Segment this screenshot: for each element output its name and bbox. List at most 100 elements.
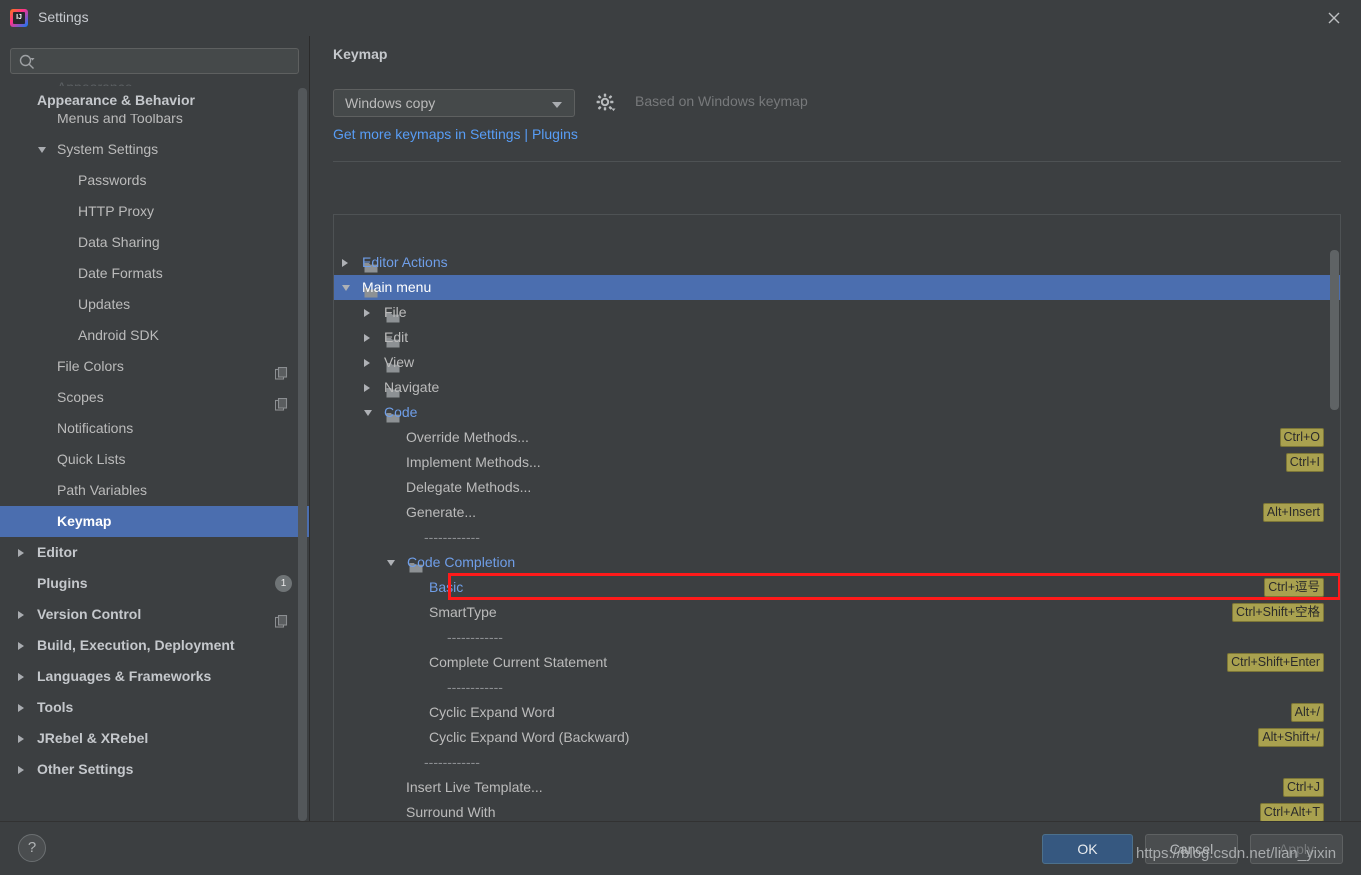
sidebar-item-label: Version Control — [37, 606, 142, 622]
tree-row[interactable]: Override Methods... Ctrl+O — [334, 425, 1340, 450]
sidebar-item-updates[interactable]: Updates — [0, 289, 310, 320]
tree-row[interactable]: SmartType Ctrl+Shift+空格 — [334, 600, 1340, 625]
chevron-right-icon[interactable] — [18, 673, 24, 681]
tree-row[interactable]: Main menu — [334, 275, 1340, 300]
separator-dashes: ------------ — [447, 629, 503, 645]
sidebar-item-data-sharing[interactable]: Data Sharing — [0, 227, 310, 258]
sidebar-item-build-execution-deployment[interactable]: Build, Execution, Deployment — [0, 630, 310, 661]
get-more-keymaps-link[interactable]: Get more keymaps in Settings | Plugins — [333, 126, 578, 142]
tree-row[interactable]: File — [334, 300, 1340, 325]
tree-scrollbar[interactable] — [1330, 250, 1339, 410]
chevron-right-icon[interactable] — [18, 766, 24, 774]
chevron-right-icon[interactable] — [18, 611, 24, 619]
chevron-down-icon[interactable] — [387, 560, 395, 566]
chevron-right-icon[interactable] — [18, 735, 24, 743]
cancel-button[interactable]: Cancel — [1145, 834, 1238, 864]
sidebar-item-scopes[interactable]: Scopes — [0, 382, 310, 413]
sidebar-item-languages-frameworks[interactable]: Languages & Frameworks — [0, 661, 310, 692]
shortcut-badge: Alt+Shift+/ — [1258, 728, 1324, 747]
sidebar-item-label: Quick Lists — [57, 451, 126, 467]
sidebar-item-notifications[interactable]: Notifications — [0, 413, 310, 444]
sidebar-item-version-control[interactable]: Version Control — [0, 599, 310, 630]
shortcut-badge: Ctrl+逗号 — [1264, 578, 1324, 597]
sidebar-item-date-formats[interactable]: Date Formats — [0, 258, 310, 289]
sidebar-item-http-proxy[interactable]: HTTP Proxy — [0, 196, 310, 227]
shortcut-badge: Ctrl+Shift+空格 — [1231, 603, 1324, 622]
chevron-right-icon[interactable] — [342, 259, 348, 267]
tree-row-label: SmartType — [429, 604, 497, 620]
shortcut-badge: Alt+Insert — [1262, 503, 1324, 522]
copy-icon[interactable] — [274, 608, 288, 628]
sidebar-item-label: Path Variables — [57, 482, 148, 498]
tree-row[interactable]: Implement Methods... Ctrl+I — [334, 450, 1340, 475]
keymap-selected-value: Windows copy — [345, 95, 436, 111]
sidebar-item-jrebel-xrebel[interactable]: JRebel & XRebel — [0, 723, 310, 754]
tree-row-label: Delegate Methods... — [406, 479, 532, 495]
tree-row-label: View — [384, 354, 415, 370]
chevron-down-icon — [552, 102, 562, 108]
sidebar-item-passwords[interactable]: Passwords — [0, 165, 310, 196]
sidebar-item-android-sdk[interactable]: Android SDK — [0, 320, 310, 351]
chevron-right-icon[interactable] — [364, 334, 370, 342]
keymap-dropdown[interactable]: Windows copy — [333, 89, 575, 117]
chevron-right-icon[interactable] — [364, 384, 370, 392]
chevron-right-icon[interactable] — [364, 359, 370, 367]
gear-icon[interactable] — [595, 92, 617, 114]
sidebar-item-label: Other Settings — [37, 761, 134, 777]
page-title: Keymap — [333, 46, 388, 62]
chevron-right-icon[interactable] — [18, 642, 24, 650]
tree-row-label: Generate... — [406, 504, 477, 520]
separator-dashes: ------------ — [424, 529, 480, 545]
tree-row[interactable]: Cyclic Expand Word (Backward) Alt+Shift+/ — [334, 725, 1340, 750]
tree-row-label: Cyclic Expand Word — [429, 704, 555, 720]
tree-row[interactable]: Cyclic Expand Word Alt+/ — [334, 700, 1340, 725]
sidebar-item-keymap[interactable]: Keymap — [0, 506, 310, 537]
sidebar-search-box[interactable] — [10, 48, 299, 74]
tree-row[interactable]: Complete Current Statement Ctrl+Shift+Ent… — [334, 650, 1340, 675]
copy-icon[interactable] — [274, 360, 288, 380]
settings-dialog: IJ Settings Appearance & BehaviorAppeara… — [0, 0, 1361, 875]
sidebar-item-file-colors[interactable]: File Colors — [0, 351, 310, 382]
tree-separator: ------------ — [334, 675, 1340, 700]
chevron-down-icon[interactable] — [342, 285, 350, 291]
sidebar-item-other-settings[interactable]: Other Settings — [0, 754, 310, 785]
help-button[interactable]: ? — [18, 834, 46, 862]
chevron-right-icon[interactable] — [18, 704, 24, 712]
tree-row[interactable]: Navigate — [334, 375, 1340, 400]
tree-row[interactable]: Generate... Alt+Insert — [334, 500, 1340, 525]
keymap-tree-rows: Editor Actions Main menu File Edit View Navig… — [334, 250, 1340, 823]
tree-row-label: Navigate — [384, 379, 440, 395]
sidebar-item-quick-lists[interactable]: Quick Lists — [0, 444, 310, 475]
tree-row[interactable]: Code Completion — [334, 550, 1340, 575]
sidebar-item-path-variables[interactable]: Path Variables — [0, 475, 310, 506]
close-icon[interactable] — [1323, 7, 1345, 29]
sidebar-item-label: Scopes — [57, 389, 104, 405]
search-input[interactable] — [41, 49, 291, 73]
tree-row[interactable]: Delegate Methods... — [334, 475, 1340, 500]
ok-button[interactable]: OK — [1042, 834, 1133, 864]
tree-row[interactable]: Surround With Ctrl+Alt+T — [334, 800, 1340, 823]
logo-mark: IJ — [13, 12, 25, 24]
tree-row[interactable]: Editor Actions — [334, 250, 1340, 275]
tree-row[interactable]: Insert Live Template... Ctrl+J — [334, 775, 1340, 800]
window-title: Settings — [38, 9, 89, 25]
sidebar-item-system-settings[interactable]: System Settings — [0, 134, 310, 165]
tree-row[interactable]: Basic Ctrl+逗号 — [334, 575, 1340, 600]
chevron-down-icon[interactable] — [364, 410, 372, 416]
sidebar-item-editor[interactable]: Editor — [0, 537, 310, 568]
chevron-right-icon[interactable] — [364, 309, 370, 317]
sidebar-item-tools[interactable]: Tools — [0, 692, 310, 723]
sidebar-scrollbar[interactable] — [298, 88, 307, 821]
tree-row[interactable]: View — [334, 350, 1340, 375]
tree-row-label: File — [384, 304, 407, 320]
chevron-right-icon[interactable] — [18, 549, 24, 557]
tree-row[interactable]: Code — [334, 400, 1340, 425]
tree-row-label: Editor Actions — [362, 254, 448, 270]
sidebar-item-plugins[interactable]: Plugins 1 — [0, 568, 310, 599]
apply-button[interactable]: Apply — [1250, 834, 1343, 864]
intellij-logo-icon: IJ — [10, 9, 28, 27]
tree-row-label: Implement Methods... — [406, 454, 541, 470]
tree-row[interactable]: Edit — [334, 325, 1340, 350]
chevron-down-icon[interactable] — [38, 147, 46, 153]
copy-icon[interactable] — [274, 391, 288, 411]
